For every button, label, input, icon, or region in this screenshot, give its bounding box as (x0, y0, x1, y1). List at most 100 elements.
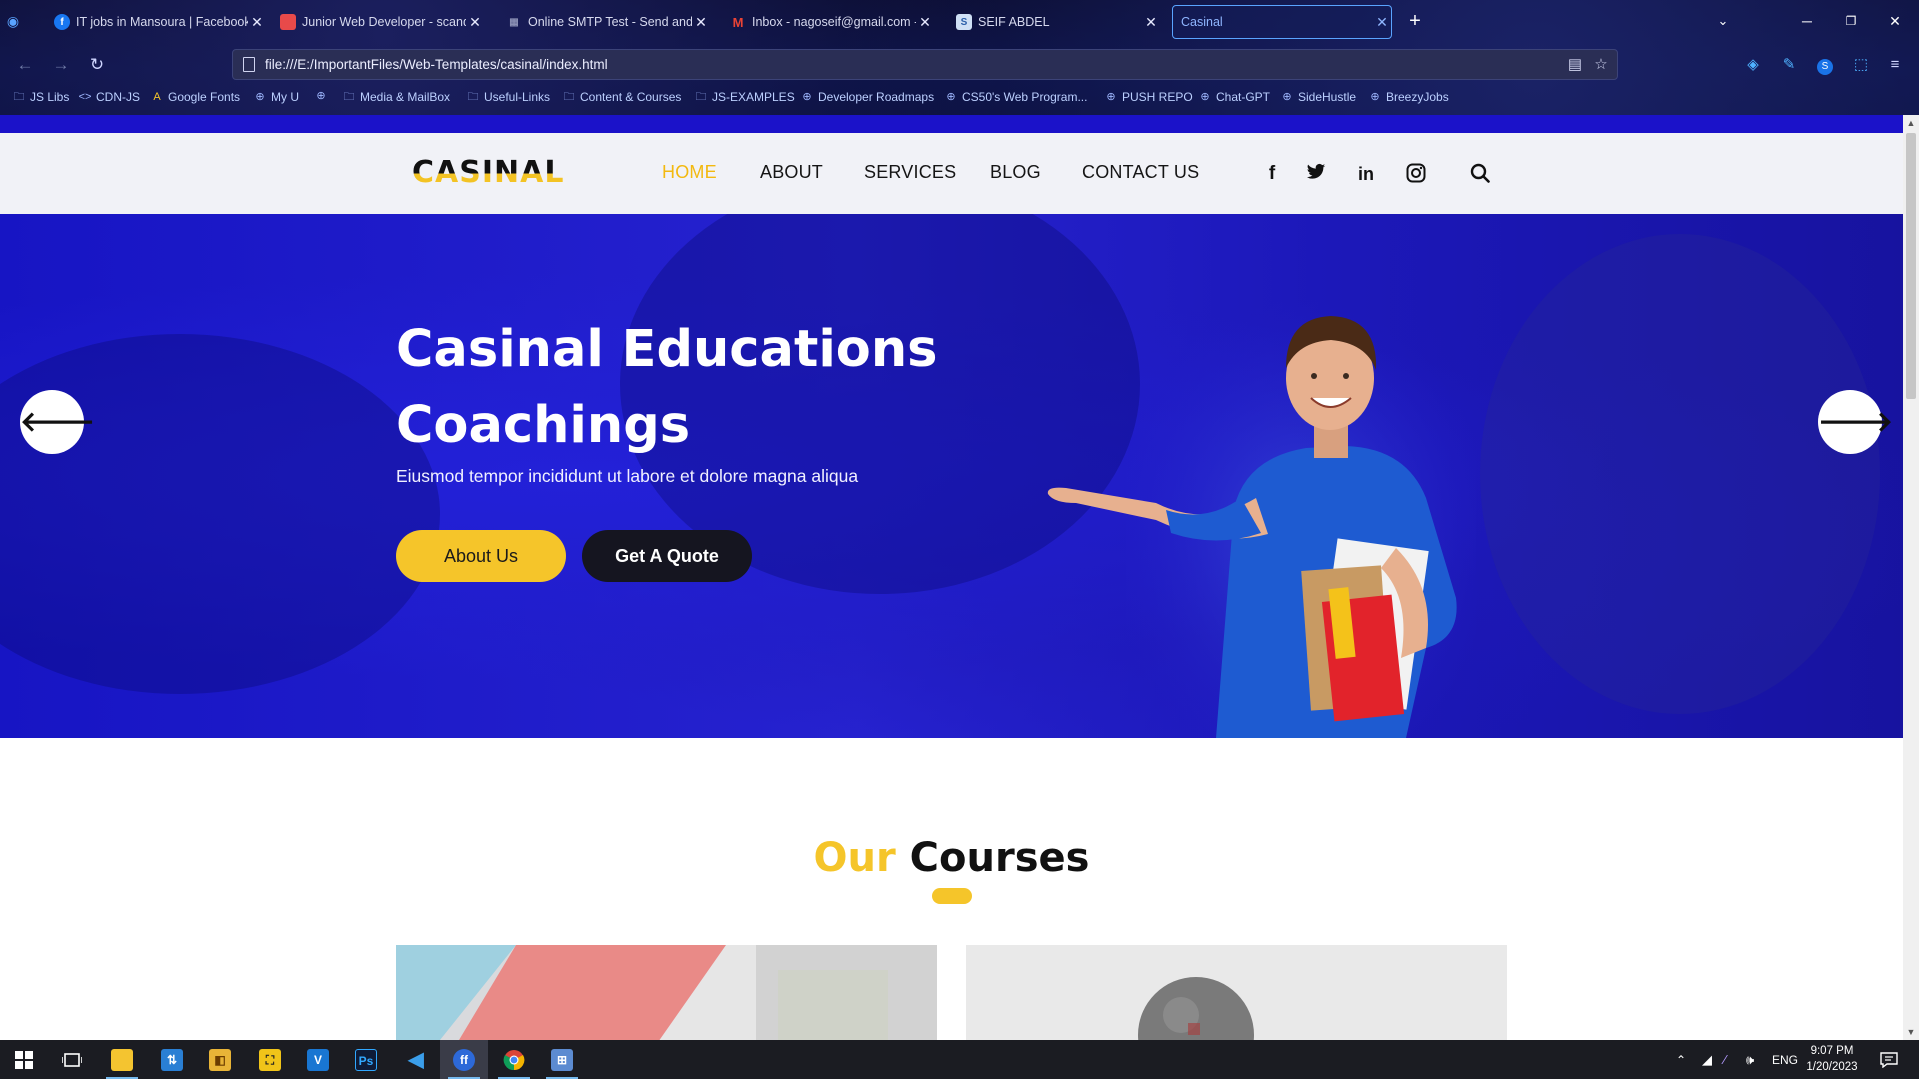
course-card[interactable] (966, 945, 1507, 1040)
bookmark-item[interactable]: <> CDN-JS (78, 90, 140, 104)
bookmark-item[interactable]: ⊕ BreezyJobs (1368, 90, 1448, 104)
tab-scandiweb[interactable]: Junior Web Developer - scandiweb ✕ (280, 6, 484, 38)
nav-blog[interactable]: BLOG (990, 162, 1041, 183)
bookmark-item[interactable]: 🗀 JS Libs (12, 90, 70, 104)
folder-icon: 🗀 (343, 91, 355, 103)
scrollbar-thumb[interactable] (1906, 133, 1916, 399)
app-icon[interactable]: ⛶ (246, 1040, 294, 1079)
hero-background-shade (1480, 234, 1880, 714)
scroll-up-icon[interactable]: ▲ (1903, 115, 1919, 131)
app-icon[interactable]: V (294, 1040, 342, 1079)
search-icon[interactable] (1469, 163, 1491, 185)
language-indicator[interactable]: ENG (1772, 1053, 1798, 1067)
tab-smtp-test[interactable]: ▦ Online SMTP Test - Send and Check ✕ (506, 6, 710, 38)
url-text[interactable]: file:///E:/ImportantFiles/Web-Templates/… (265, 57, 608, 72)
bookmark-label: Content & Courses (580, 90, 682, 104)
reload-icon[interactable]: ↻ (86, 54, 108, 76)
scroll-down-icon[interactable]: ▼ (1903, 1024, 1919, 1040)
windows-start-icon[interactable] (0, 1040, 48, 1079)
grid-icon: ▦ (509, 16, 519, 28)
linkedin-icon[interactable]: in (1355, 163, 1377, 185)
windows-taskbar: ⇅ ◧ ⛶ V Ps ◀ ff ⊞ ⌃ ◢ ⁄ 🕪 ENG 9:07 PM 1/… (0, 1040, 1919, 1079)
new-tab-icon[interactable]: + (1404, 10, 1426, 32)
network-icon[interactable]: ◢ (1702, 1052, 1712, 1068)
about-us-button[interactable]: About Us (396, 530, 566, 582)
tab-facebook[interactable]: f IT jobs in Mansoura | Facebook ✕ (54, 6, 266, 38)
globe-icon: ⊕ (1370, 91, 1380, 103)
tab-seif-abdel[interactable]: S SEIF ABDEL ✕ (956, 6, 1160, 38)
tab-casinal[interactable]: Casinal ✕ (1172, 5, 1392, 39)
close-icon[interactable]: ✕ (1373, 14, 1391, 31)
bookmark-item[interactable]: ⊕ CS50's Web Program... (944, 90, 1087, 104)
close-window-icon[interactable]: ✕ (1884, 10, 1906, 32)
next-slide-arrow-icon[interactable]: 🡒 (1818, 390, 1893, 454)
folder-icon: 🗀 (695, 91, 707, 103)
page-scrollbar[interactable]: ▲ ▼ (1903, 115, 1919, 1040)
bookmark-item[interactable]: ⊕ Chat-GPT (1198, 90, 1270, 104)
file-explorer-icon[interactable] (98, 1040, 146, 1079)
course-card[interactable] (396, 945, 937, 1040)
bookmark-item[interactable]: ⊕ SideHustle (1280, 90, 1356, 104)
globe-icon: ⊕ (1200, 91, 1210, 103)
bookmark-star-icon[interactable]: ☆ (1591, 55, 1611, 75)
nav-about[interactable]: ABOUT (760, 162, 823, 183)
menu-icon[interactable]: ≡ (1884, 54, 1906, 76)
close-icon[interactable]: ✕ (1142, 14, 1160, 31)
nav-services[interactable]: SERVICES (864, 162, 956, 183)
bookmark-item[interactable]: ⊕ Developer Roadmaps (800, 90, 934, 104)
prev-slide-arrow-icon[interactable]: 🡐 (20, 390, 95, 454)
app-icon[interactable]: ◧ (196, 1040, 244, 1079)
wrench-icon[interactable]: ✎ (1778, 54, 1800, 76)
profile-icon[interactable]: S (1814, 54, 1836, 76)
hero-title-line: Coachings (396, 396, 691, 455)
twitter-icon[interactable] (1305, 163, 1327, 185)
bookmark-item[interactable]: ⊕ PUSH REPO (1104, 90, 1192, 104)
vscode-icon[interactable]: ◀ (392, 1040, 440, 1079)
bookmark-item[interactable]: 🗀 Media & MailBox (342, 90, 451, 104)
tab-gmail[interactable]: M Inbox - nagoseif@gmail.com - Gmail ✕ (730, 6, 934, 38)
forward-icon[interactable]: → (50, 54, 72, 76)
instagram-icon[interactable] (1405, 163, 1427, 185)
tab-title: Casinal (1181, 15, 1223, 29)
volume-icon[interactable]: 🕪 (1746, 1052, 1754, 1068)
bookmark-item[interactable]: ⊕ My U (253, 90, 299, 104)
notifications-icon[interactable] (1880, 1040, 1898, 1079)
app-icon[interactable]: ⇅ (148, 1040, 196, 1079)
firefox-menu-icon[interactable]: ◉ (2, 10, 24, 32)
close-icon[interactable]: ✕ (916, 14, 934, 31)
taskbar-clock[interactable]: 9:07 PM 1/20/2023 (1800, 1043, 1864, 1075)
show-hidden-icons-icon[interactable]: ⌃ (1676, 1053, 1686, 1067)
close-icon[interactable]: ✕ (692, 14, 710, 31)
close-icon[interactable]: ✕ (248, 14, 266, 31)
get-a-quote-button[interactable]: Get A Quote (582, 530, 752, 582)
extensions-icon[interactable]: ⬚ (1850, 54, 1872, 76)
close-icon[interactable]: ✕ (466, 14, 484, 31)
firefox-icon[interactable]: ff (440, 1040, 488, 1079)
site-logo[interactable]: CASINAL (412, 155, 564, 191)
bookmark-item[interactable]: ⊕ (314, 90, 332, 102)
bookmark-label: JS Libs (30, 90, 70, 104)
chrome-icon[interactable] (490, 1040, 538, 1079)
pocket-icon[interactable]: ◈ (1742, 54, 1764, 76)
url-bar[interactable]: file:///E:/ImportantFiles/Web-Templates/… (232, 49, 1618, 80)
bookmark-item[interactable]: A Google Fonts (150, 90, 240, 104)
globe-icon: ⊕ (316, 90, 326, 102)
bookmark-item[interactable]: 🗀 Useful-Links (466, 90, 551, 104)
minimize-icon[interactable]: ─ (1796, 10, 1818, 32)
bookmark-item[interactable]: 🗀 Content & Courses (562, 90, 682, 104)
bookmark-item[interactable]: 🗀 JS-EXAMPLES (694, 90, 795, 104)
app-icon[interactable]: ⊞ (538, 1040, 586, 1079)
nav-home[interactable]: HOME (662, 162, 717, 183)
nav-contact-us[interactable]: CONTACT US (1082, 162, 1199, 183)
facebook-icon[interactable]: f (1261, 163, 1283, 185)
pen-icon[interactable]: ⁄ (1724, 1052, 1726, 1067)
back-icon[interactable]: ← (14, 54, 36, 76)
task-view-icon[interactable] (48, 1040, 96, 1079)
reader-view-icon[interactable]: ▤ (1565, 55, 1585, 75)
list-tabs-icon[interactable]: ⌄ (1712, 10, 1734, 32)
globe-icon: ⊕ (255, 91, 265, 103)
gmail-icon: M (732, 14, 744, 30)
restore-icon[interactable]: ❐ (1840, 10, 1862, 32)
photoshop-icon[interactable]: Ps (342, 1040, 390, 1079)
hero-background-shade (0, 334, 440, 694)
